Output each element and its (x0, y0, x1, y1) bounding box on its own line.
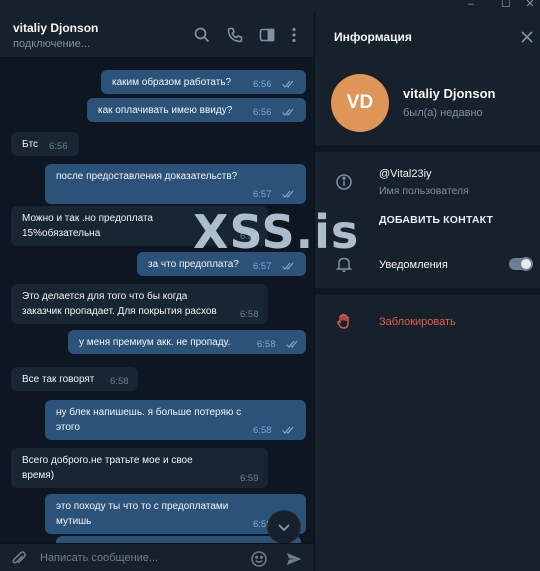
message-text: Это делается для того что бы когда заказ… (22, 291, 217, 317)
username-label: Имя пользователя (379, 185, 469, 197)
block-hand-icon (335, 312, 353, 330)
notifications-toggle[interactable] (509, 257, 533, 271)
outgoing-message[interactable]: ну блек напишешь. я больше потеряю с это… (45, 400, 306, 440)
message-text: Все так говорят (22, 374, 95, 385)
message-time: 6:57 (253, 189, 272, 200)
message-time: 6:58 (240, 309, 259, 320)
chat-panel: vitaliy Djonson подключение... каким обр… (0, 12, 314, 571)
message-text: каким образом работать? (112, 77, 232, 88)
chevron-down-icon (278, 524, 290, 532)
sidebar-toggle-icon[interactable] (258, 26, 276, 44)
incoming-message[interactable]: Бтс 6:56 (11, 132, 79, 156)
send-icon[interactable] (285, 550, 303, 568)
close-icon[interactable] (520, 30, 534, 44)
more-options-icon[interactable] (285, 26, 303, 44)
read-checkmarks-icon (282, 262, 296, 270)
message-time: 6:58 (110, 376, 129, 387)
chat-header[interactable]: vitaliy Djonson подключение... (0, 12, 314, 58)
info-panel: Информация VD vitaliy Djonson был(а) нед… (314, 12, 540, 571)
incoming-message[interactable]: Все так говорят 6:58 (11, 367, 138, 391)
add-contact-button[interactable]: ДОБАВИТЬ КОНТАКТ (379, 214, 493, 226)
message-time: 6:56 (49, 141, 68, 152)
username-value[interactable]: @Vital23iy (379, 168, 432, 180)
message-text: ну блек напишешь. я больше потеряю с это… (56, 407, 242, 433)
message-composer (0, 543, 314, 571)
message-text: Можно и так .но предоплата 15%обязательн… (22, 213, 153, 239)
section-divider (315, 145, 540, 152)
read-checkmarks-icon (286, 340, 300, 348)
profile-last-seen: был(а) недавно (403, 107, 483, 119)
message-text: это походу ты что то с предоплатами мути… (56, 501, 229, 527)
message-input[interactable] (40, 548, 240, 568)
chat-title[interactable]: vitaliy Djonson (13, 21, 98, 35)
message-time: 6:56 (253, 79, 272, 90)
read-checkmarks-icon (282, 80, 296, 88)
message-time: 6:57 (253, 261, 272, 272)
message-text: Всего доброго.не тратьте мое и свое врем… (22, 455, 193, 481)
emoji-icon[interactable] (250, 550, 268, 568)
notifications-label: Уведомления (379, 259, 448, 271)
message-text: Бтс (22, 139, 39, 150)
message-text: после предоставления доказательств? (56, 171, 238, 182)
chat-status: подключение... (13, 38, 90, 50)
incoming-message[interactable]: Всего доброго.не тратьте мое и свое врем… (11, 448, 268, 488)
read-checkmarks-icon (282, 108, 296, 116)
message-text: у меня премиум акк. не пропаду. (79, 337, 231, 348)
toggle-knob (519, 257, 533, 271)
message-time: 6:58 (257, 339, 276, 350)
paperclip-icon[interactable] (10, 550, 28, 568)
phone-icon[interactable] (226, 26, 244, 44)
section-divider (315, 288, 540, 295)
incoming-message[interactable]: Это делается для того что бы когда заказ… (11, 284, 268, 324)
info-panel-title: Информация (334, 30, 412, 44)
scroll-down-button[interactable] (267, 510, 301, 544)
message-time: 6:58 (253, 425, 272, 436)
message-text: за что предоплата? (148, 259, 239, 270)
outgoing-message[interactable]: у меня премиум акк. не пропаду. 6:58 (68, 330, 306, 354)
read-checkmarks-icon (282, 190, 296, 198)
read-checkmarks-icon (282, 426, 296, 434)
avatar[interactable]: VD (331, 74, 389, 132)
message-text: как оплачивать имею ввиду? (98, 105, 233, 116)
profile-name: vitaliy Djonson (403, 86, 496, 101)
minimize-button[interactable]: – (463, 0, 479, 11)
info-circle-icon (335, 173, 353, 191)
outgoing-message[interactable]: как оплачивать имею ввиду? 6:56 (87, 98, 306, 122)
search-icon[interactable] (193, 26, 211, 44)
message-time: 6:59 (240, 473, 259, 484)
watermark: XSS.is (193, 205, 360, 259)
window-close-button[interactable]: ✕ (522, 0, 538, 11)
outgoing-message[interactable]: после предоставления доказательств? 6:57 (45, 164, 306, 204)
outgoing-message[interactable]: каким образом работать? 6:56 (101, 70, 306, 94)
message-list[interactable]: каким образом работать? 6:56 как оплачиват… (0, 58, 314, 560)
message-time: 6:56 (253, 107, 272, 118)
block-user-button[interactable]: Заблокировать (379, 316, 456, 328)
maximize-button[interactable]: ☐ (498, 0, 514, 11)
window-titlebar: – ☐ ✕ (0, 0, 540, 12)
